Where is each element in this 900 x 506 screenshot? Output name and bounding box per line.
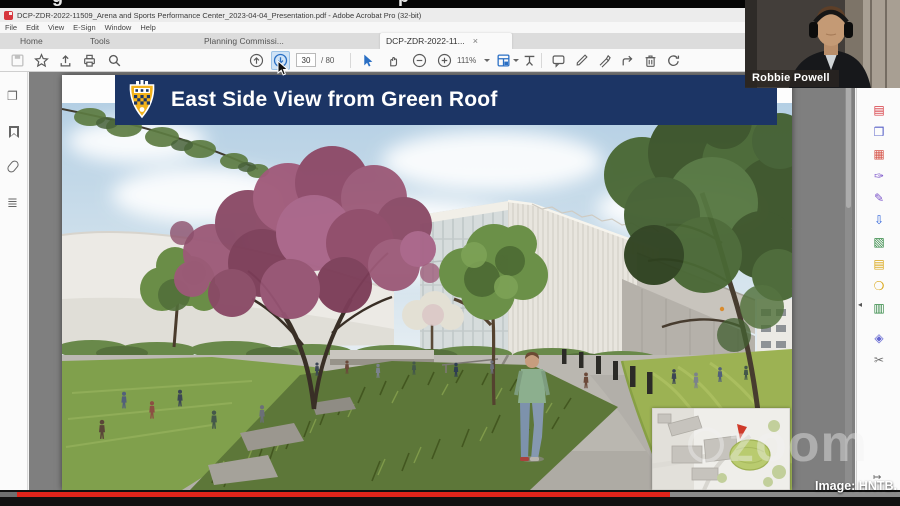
star-favorite-icon[interactable] xyxy=(34,53,49,68)
menu-item-help[interactable]: Help xyxy=(140,23,155,32)
export-pdf-icon[interactable]: ⇩ xyxy=(871,212,887,228)
protect-icon[interactable]: ◈ xyxy=(871,330,887,346)
edit-pdf-icon[interactable]: ▦ xyxy=(871,146,887,162)
progress-start-segment xyxy=(0,492,17,497)
zoom-caret-icon[interactable] xyxy=(484,59,490,62)
image-credit-label: Image: HNTB. xyxy=(815,479,897,493)
comment-icon[interactable]: ❍ xyxy=(871,278,887,294)
bookmarks-icon[interactable] xyxy=(9,126,19,138)
left-navigation-rail: ❐ ≣ xyxy=(0,72,28,490)
cropped-letter: p xyxy=(398,0,409,7)
tab-current-document[interactable]: DCP-ZDR-2022-11... × xyxy=(380,33,512,49)
document-scrollbar[interactable] xyxy=(845,76,852,486)
page-view-icon[interactable] xyxy=(496,53,511,68)
mouse-cursor xyxy=(277,60,289,76)
window-title: DCP-ZDR-2022-11509_Arena and Sports Perf… xyxy=(17,11,421,20)
tab-planning-commission[interactable]: Planning Commissi... xyxy=(198,33,290,49)
pitt-shield-logo xyxy=(127,80,157,120)
cropped-letter: g xyxy=(52,0,63,7)
menu-item-edit[interactable]: Edit xyxy=(26,23,39,32)
page-total-label: / 80 xyxy=(321,56,334,65)
video-frame: g p DCP-ZDR-2022-11509_Arena and Sports … xyxy=(0,0,900,506)
refresh-icon[interactable] xyxy=(666,53,681,68)
zoom-in-icon[interactable] xyxy=(437,53,452,68)
fill-sign-icon[interactable] xyxy=(597,53,612,68)
pdf-page: East Side View from Green Roof xyxy=(62,75,792,490)
save-icon[interactable] xyxy=(10,53,25,68)
tab-home[interactable]: Home xyxy=(14,33,49,49)
prepare-form-icon[interactable]: ▤ xyxy=(871,256,887,272)
menu-item-file[interactable]: File xyxy=(5,23,17,32)
comment-icon[interactable] xyxy=(551,53,566,68)
menu-item-esign[interactable]: E-Sign xyxy=(73,23,96,32)
create-pdf-icon[interactable]: ▤ xyxy=(871,102,887,118)
previous-page-icon[interactable] xyxy=(249,53,264,68)
presentation-mode-icon[interactable] xyxy=(522,53,537,68)
fill-and-sign-icon[interactable]: ✎ xyxy=(871,190,887,206)
layers-icon[interactable]: ≣ xyxy=(7,196,18,209)
redact-icon[interactable]: ✂ xyxy=(871,352,887,368)
scan-and-ocr-icon[interactable]: ▥ xyxy=(871,300,887,316)
slide-title-banner: East Side View from Green Roof xyxy=(115,75,777,125)
page-number-input[interactable] xyxy=(296,53,316,67)
tab-tools[interactable]: Tools xyxy=(84,33,116,49)
progress-played xyxy=(17,492,670,497)
site-plan-inset xyxy=(652,408,790,490)
print-icon[interactable] xyxy=(82,53,97,68)
document-area: East Side View from Green Roof xyxy=(29,72,855,490)
delete-trash-icon[interactable] xyxy=(643,53,658,68)
menu-item-view[interactable]: View xyxy=(48,23,64,32)
hand-tool-icon[interactable] xyxy=(386,53,401,68)
send-share-icon[interactable] xyxy=(620,53,635,68)
page-thumbnails-icon[interactable]: ❐ xyxy=(7,90,18,102)
select-tool-icon[interactable] xyxy=(360,53,375,68)
slide-title: East Side View from Green Roof xyxy=(171,88,498,112)
organize-pages-icon[interactable]: ▧ xyxy=(871,234,887,250)
attachments-icon[interactable] xyxy=(6,159,20,174)
presenter-name-label: Robbie Powell xyxy=(745,70,839,87)
edit-pencil-icon[interactable] xyxy=(574,53,589,68)
tools-panel: ◂ ↦ ▤❒▦✑✎⇩▧▤❍▥◈✂ xyxy=(856,72,900,490)
presenter-webcam: Robbie Powell xyxy=(745,0,900,88)
tab-close-icon[interactable]: × xyxy=(473,37,478,46)
acrobat-app-icon xyxy=(4,11,13,20)
request-signatures-icon[interactable]: ✑ xyxy=(871,168,887,184)
page-view-caret-icon[interactable] xyxy=(513,59,519,62)
combine-files-icon[interactable]: ❒ xyxy=(871,124,887,140)
zoom-level-label[interactable]: 111% xyxy=(457,56,476,65)
search-icon[interactable] xyxy=(107,53,122,68)
video-player-bar[interactable] xyxy=(0,490,900,506)
zoom-out-icon[interactable] xyxy=(412,53,427,68)
panel-collapse-icon[interactable]: ◂ xyxy=(858,300,862,309)
menu-item-window[interactable]: Window xyxy=(105,23,132,32)
share-upload-icon[interactable] xyxy=(58,53,73,68)
